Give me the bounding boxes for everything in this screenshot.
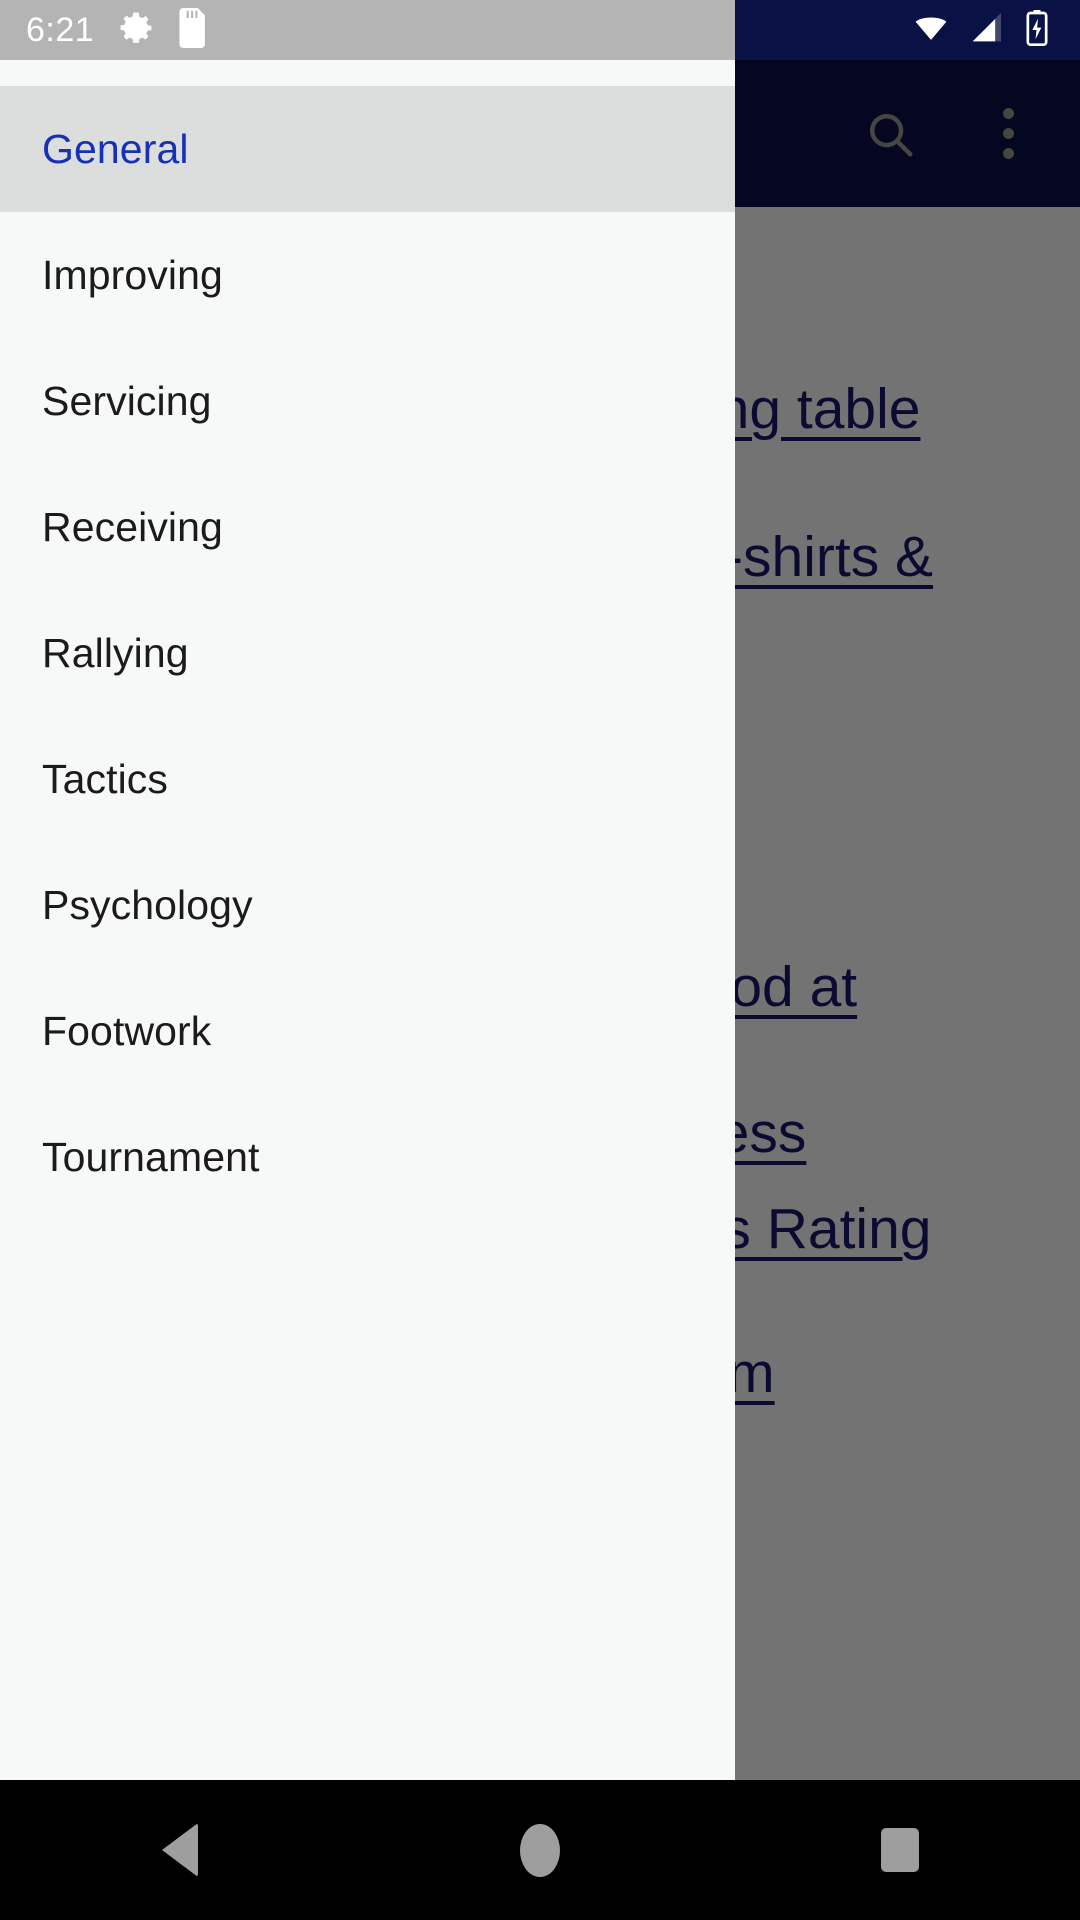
drawer-status-overlay: 6:21 <box>0 0 735 60</box>
drawer-status-clock: 6:21 <box>26 11 95 49</box>
android-screen: How to deal with a conflicting table Whe… <box>0 0 1080 1920</box>
nav-back-button[interactable] <box>90 1780 270 1920</box>
sd-card-icon <box>178 7 210 53</box>
drawer-item-list: General Improving Servicing Receiving Ra… <box>0 86 735 1220</box>
status-bar-right <box>910 7 1054 54</box>
drawer-item-label: Tournament <box>42 1133 260 1180</box>
drawer-item-servicing[interactable]: Servicing <box>0 338 735 464</box>
nav-home-button[interactable] <box>450 1780 630 1920</box>
battery-charging-icon <box>1020 8 1054 53</box>
drawer-item-label: General <box>42 125 189 172</box>
drawer-item-label: Tactics <box>42 755 169 802</box>
wifi-icon <box>910 7 952 54</box>
drawer-item-rallying[interactable]: Rallying <box>0 590 735 716</box>
navigation-drawer: 6:21 General Improving Servicing Receivi… <box>0 0 735 1780</box>
drawer-item-receiving[interactable]: Receiving <box>0 464 735 590</box>
drawer-item-footwork[interactable]: Footwork <box>0 968 735 1094</box>
drawer-top-gap <box>0 60 735 86</box>
drawer-item-label: Rallying <box>42 629 189 676</box>
drawer-item-label: Footwork <box>42 1007 212 1054</box>
gear-icon <box>116 8 156 53</box>
drawer-item-general[interactable]: General <box>0 86 735 212</box>
cellular-signal-icon <box>966 8 1006 53</box>
drawer-item-tournament[interactable]: Tournament <box>0 1094 735 1220</box>
system-navigation-bar <box>0 1780 1080 1920</box>
drawer-item-label: Psychology <box>42 881 253 928</box>
drawer-item-label: Improving <box>42 251 223 298</box>
home-circle-icon <box>520 1823 560 1877</box>
drawer-item-psychology[interactable]: Psychology <box>0 842 735 968</box>
drawer-item-improving[interactable]: Improving <box>0 212 735 338</box>
drawer-item-label: Servicing <box>42 377 212 424</box>
nav-recents-button[interactable] <box>810 1780 990 1920</box>
back-triangle-icon <box>162 1823 198 1877</box>
drawer-item-label: Receiving <box>42 503 223 550</box>
drawer-item-tactics[interactable]: Tactics <box>0 716 735 842</box>
recents-square-icon <box>881 1828 919 1872</box>
